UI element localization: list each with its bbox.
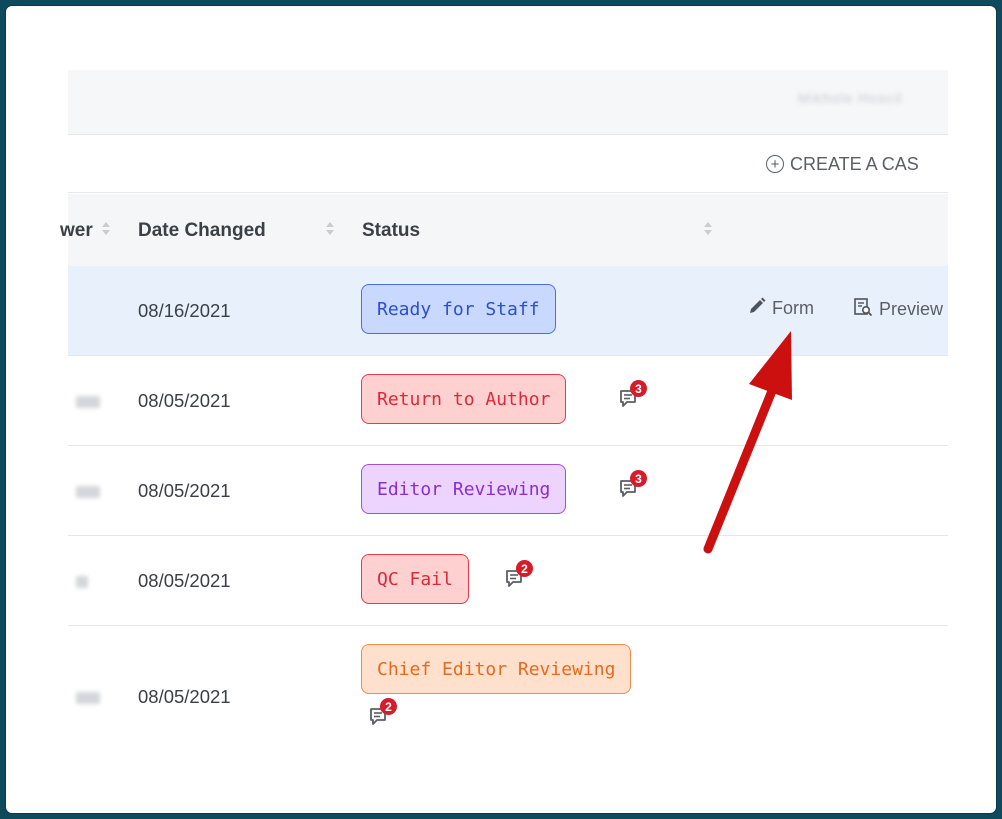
status-badge: Editor Reviewing — [361, 464, 567, 514]
redacted-cell — [76, 692, 100, 704]
table-row[interactable]: 08/16/2021 Ready for Staff Form Preview — [68, 266, 948, 356]
comment-button[interactable]: 3 — [618, 470, 648, 502]
create-case-button[interactable]: + CREATE A CAS — [766, 152, 919, 176]
status-badge: Chief Editor Reviewing — [361, 644, 632, 694]
status-badge: Ready for Staff — [361, 284, 556, 334]
table-row[interactable]: 08/05/2021 QC Fail 2 — [68, 536, 948, 626]
column-header-viewer[interactable]: wer — [60, 220, 93, 242]
date-changed: 08/16/2021 — [138, 300, 231, 321]
divider — [68, 192, 948, 193]
sort-icon[interactable] — [326, 222, 334, 235]
status-badge: Return to Author — [361, 374, 567, 424]
comment-button[interactable]: 2 — [504, 560, 534, 592]
table-header: wer Date Changed Status — [60, 194, 948, 267]
date-changed: 08/05/2021 — [138, 480, 231, 501]
plus-circle-icon: + — [766, 155, 784, 173]
table-row[interactable]: 08/05/2021 Return to Author 3 — [68, 356, 948, 446]
top-bar: Mikhole Hoscil — [68, 70, 948, 135]
redacted-cell — [76, 396, 100, 408]
comment-count-badge: 3 — [630, 380, 647, 397]
comment-count-badge: 2 — [380, 698, 397, 715]
preview-label: Preview — [879, 299, 944, 319]
comment-count-badge: 2 — [516, 560, 533, 577]
comment-button[interactable]: 2 — [368, 698, 398, 730]
sort-icon[interactable] — [102, 222, 110, 235]
table-row[interactable]: 08/05/2021 Chief Editor Reviewing 2 — [68, 626, 948, 746]
date-changed: 08/05/2021 — [138, 686, 231, 707]
date-changed: 08/05/2021 — [138, 390, 231, 411]
window-frame: Mikhole Hoscil + CREATE A CAS wer Date C… — [6, 6, 996, 813]
comment-button[interactable]: 3 — [618, 380, 648, 412]
sort-icon[interactable] — [704, 222, 712, 235]
preview-icon — [853, 297, 873, 322]
redacted-cell — [76, 576, 88, 588]
column-header-date-changed[interactable]: Date Changed — [138, 220, 266, 242]
column-header-status[interactable]: Status — [362, 220, 420, 242]
table-row[interactable]: 08/05/2021 Editor Reviewing 3 — [68, 446, 948, 536]
form-button[interactable]: Form — [748, 297, 814, 320]
form-label: Form — [772, 298, 814, 318]
date-changed: 08/05/2021 — [138, 570, 231, 591]
preview-button[interactable]: Preview — [853, 297, 943, 322]
user-name[interactable]: Mikhole Hoscil — [798, 90, 948, 110]
status-badge: QC Fail — [361, 554, 469, 604]
pencil-icon — [748, 297, 766, 320]
comment-count-badge: 3 — [630, 470, 647, 487]
redacted-cell — [76, 486, 100, 498]
create-case-label: CREATE A CAS — [790, 153, 919, 174]
